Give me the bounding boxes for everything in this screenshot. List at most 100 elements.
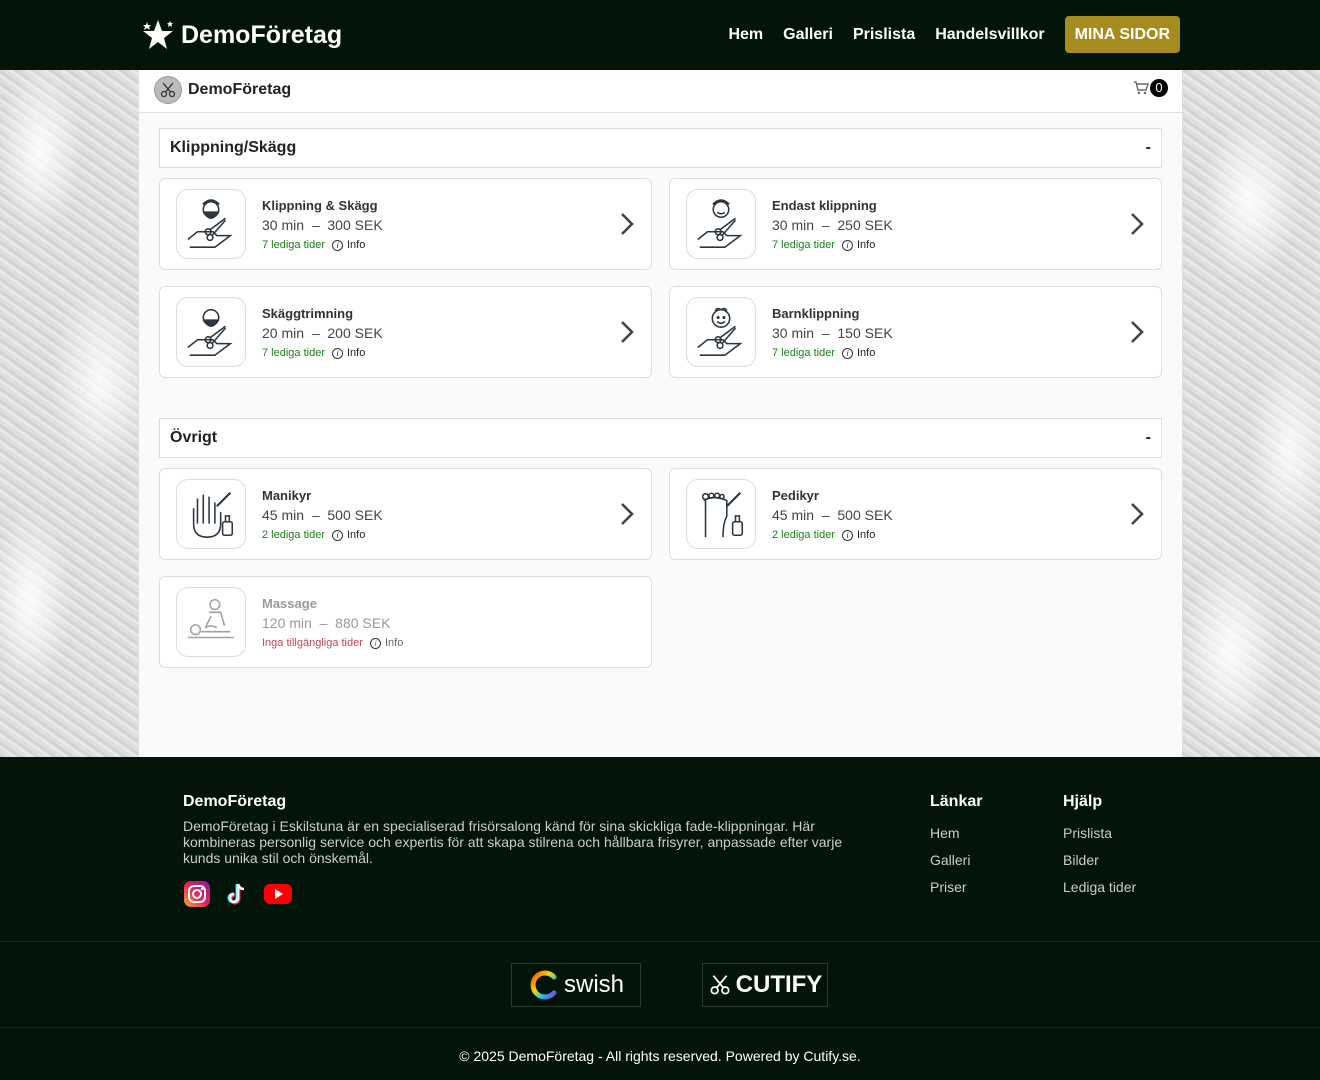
availability-text: 7 lediga tider: [262, 239, 325, 251]
collapse-toggle[interactable]: -: [1146, 429, 1151, 447]
chevron-right-icon[interactable]: [619, 501, 635, 527]
availability-text: 7 lediga tider: [262, 347, 325, 359]
service-price: 880 SEK: [335, 615, 391, 631]
service-price: 250 SEK: [837, 217, 893, 233]
salon-logo-icon: [154, 76, 182, 104]
info-link[interactable]: i Info: [370, 637, 403, 649]
info-icon: i: [370, 637, 381, 649]
service-duration: 45 min: [262, 507, 305, 523]
chevron-right-icon[interactable]: [1129, 319, 1145, 345]
service-card-skaggtrimning[interactable]: Skäggtrimning 20 min – 200 SEK 7 lediga …: [159, 286, 652, 378]
nav-galleri[interactable]: Galleri: [783, 26, 833, 44]
main-nav: Hem Galleri Prislista Handelsvillkor MIN…: [728, 16, 1180, 53]
service-name: Barnklippning: [772, 306, 860, 321]
brand-name: DemoFöretag: [181, 20, 343, 49]
tiktok-icon[interactable]: [223, 881, 251, 907]
nav-hem[interactable]: Hem: [728, 26, 763, 44]
footer-description: DemoFöretag i Eskilstuna är en specialis…: [183, 818, 843, 866]
meta-separator: –: [821, 507, 830, 523]
info-link[interactable]: i Info: [332, 239, 365, 251]
service-name: Massage: [262, 596, 317, 611]
service-price: 200 SEK: [327, 325, 383, 341]
info-link[interactable]: i Info: [842, 347, 875, 359]
collapse-toggle[interactable]: -: [1146, 139, 1151, 157]
panel-title: DemoFöretag: [188, 81, 292, 98]
chevron-right-icon[interactable]: [1129, 211, 1145, 237]
footer-link-prislista[interactable]: Prislista: [1063, 825, 1136, 841]
service-card-manikyr[interactable]: Manikyr 45 min – 500 SEK 2 lediga tider …: [159, 468, 652, 560]
service-meta: 120 min – 880 SEK: [262, 615, 390, 631]
panel-header: DemoFöretag 0: [139, 70, 1182, 113]
footer-link-galleri[interactable]: Galleri: [930, 852, 982, 868]
section-header-ovrigt[interactable]: Övrigt -: [159, 418, 1162, 458]
section-title: Klippning/Skägg: [170, 139, 297, 156]
availability-text: 2 lediga tider: [772, 529, 835, 541]
info-label: Info: [857, 347, 876, 359]
bald-beard-scissors-icon: [176, 297, 246, 367]
hand-nail-polish-icon: [176, 479, 246, 549]
info-link[interactable]: i Info: [842, 529, 875, 541]
nav-handelsvillkor[interactable]: Handelsvillkor: [935, 26, 1044, 44]
info-label: Info: [347, 347, 366, 359]
meta-separator: –: [311, 507, 320, 523]
service-meta: 30 min – 300 SEK: [262, 217, 383, 233]
instagram-icon[interactable]: [183, 881, 211, 907]
service-name: Klippning & Skägg: [262, 198, 378, 213]
availability-text: 2 lediga tider: [262, 529, 325, 541]
info-label: Info: [347, 239, 366, 251]
section-header-klippning[interactable]: Klippning/Skägg -: [159, 128, 1162, 168]
info-link[interactable]: i Info: [332, 347, 365, 359]
footer-link-priser[interactable]: Priser: [930, 879, 982, 895]
booking-panel: DemoFöretag 0 Klippning/Skägg - Klippnin…: [138, 70, 1183, 757]
cutify-logo: CUTIFY: [702, 963, 828, 1007]
service-card-endast-klippning[interactable]: Endast klippning 30 min – 250 SEK 7 ledi…: [669, 178, 1162, 270]
availability-text: Inga tillgängliga tider: [262, 637, 363, 649]
scissors-icon: [710, 975, 730, 995]
youtube-icon[interactable]: [263, 881, 292, 907]
service-duration: 45 min: [772, 507, 815, 523]
swish-logo: swish: [511, 963, 641, 1007]
man-scissors-icon: [686, 189, 756, 259]
footer-divider: [0, 941, 1320, 942]
copyright-text: © 2025 DemoFöretag - All rights reserved…: [459, 1048, 861, 1064]
chevron-right-icon[interactable]: [619, 211, 635, 237]
footer-link-bilder[interactable]: Bilder: [1063, 852, 1136, 868]
meta-separator: –: [319, 615, 328, 631]
meta-separator: –: [311, 325, 320, 341]
service-card-barnklippning[interactable]: Barnklippning 30 min – 150 SEK 7 lediga …: [669, 286, 1162, 378]
service-card-klippning-skagg[interactable]: Klippning & Skägg 30 min – 300 SEK 7 led…: [159, 178, 652, 270]
info-label: Info: [857, 529, 876, 541]
service-card-pedikyr[interactable]: Pedikyr 45 min – 500 SEK 2 lediga tider …: [669, 468, 1162, 560]
nav-prislista[interactable]: Prislista: [853, 26, 915, 44]
service-meta: 30 min – 150 SEK: [772, 325, 893, 341]
info-icon: i: [332, 529, 343, 541]
meta-separator: –: [311, 217, 320, 233]
footer-help-column: Hjälp Prislista Bilder Lediga tider: [1063, 793, 1136, 906]
service-meta: 20 min – 200 SEK: [262, 325, 383, 341]
service-price: 500 SEK: [327, 507, 383, 523]
info-link[interactable]: i Info: [842, 239, 875, 251]
chevron-right-icon[interactable]: [1129, 501, 1145, 527]
cutify-label: CUTIFY: [735, 971, 823, 998]
service-price: 300 SEK: [327, 217, 383, 233]
info-label: Info: [385, 637, 404, 649]
info-link[interactable]: i Info: [332, 529, 365, 541]
service-duration: 30 min: [772, 325, 815, 341]
footer-brand: DemoFöretag: [183, 793, 287, 810]
chevron-right-icon[interactable]: [619, 319, 635, 345]
massage-icon: [176, 587, 246, 657]
service-meta: 30 min – 250 SEK: [772, 217, 893, 233]
brand-logo[interactable]: DemoFöretag: [141, 18, 342, 52]
service-duration: 120 min: [262, 615, 312, 631]
social-links: [183, 881, 292, 907]
footer-link-hem[interactable]: Hem: [930, 825, 982, 841]
footer-link-lediga-tider[interactable]: Lediga tider: [1063, 879, 1136, 895]
top-navbar: DemoFöretag Hem Galleri Prislista Handel…: [0, 0, 1320, 70]
cart-button[interactable]: 0: [1133, 79, 1168, 97]
cart-icon: [1134, 81, 1149, 95]
mina-sidor-button[interactable]: MINA SIDOR: [1064, 16, 1180, 53]
swish-icon: [530, 970, 557, 1000]
star-logo-icon: [143, 20, 173, 49]
info-icon: i: [332, 239, 343, 251]
section-title: Övrigt: [170, 429, 218, 446]
